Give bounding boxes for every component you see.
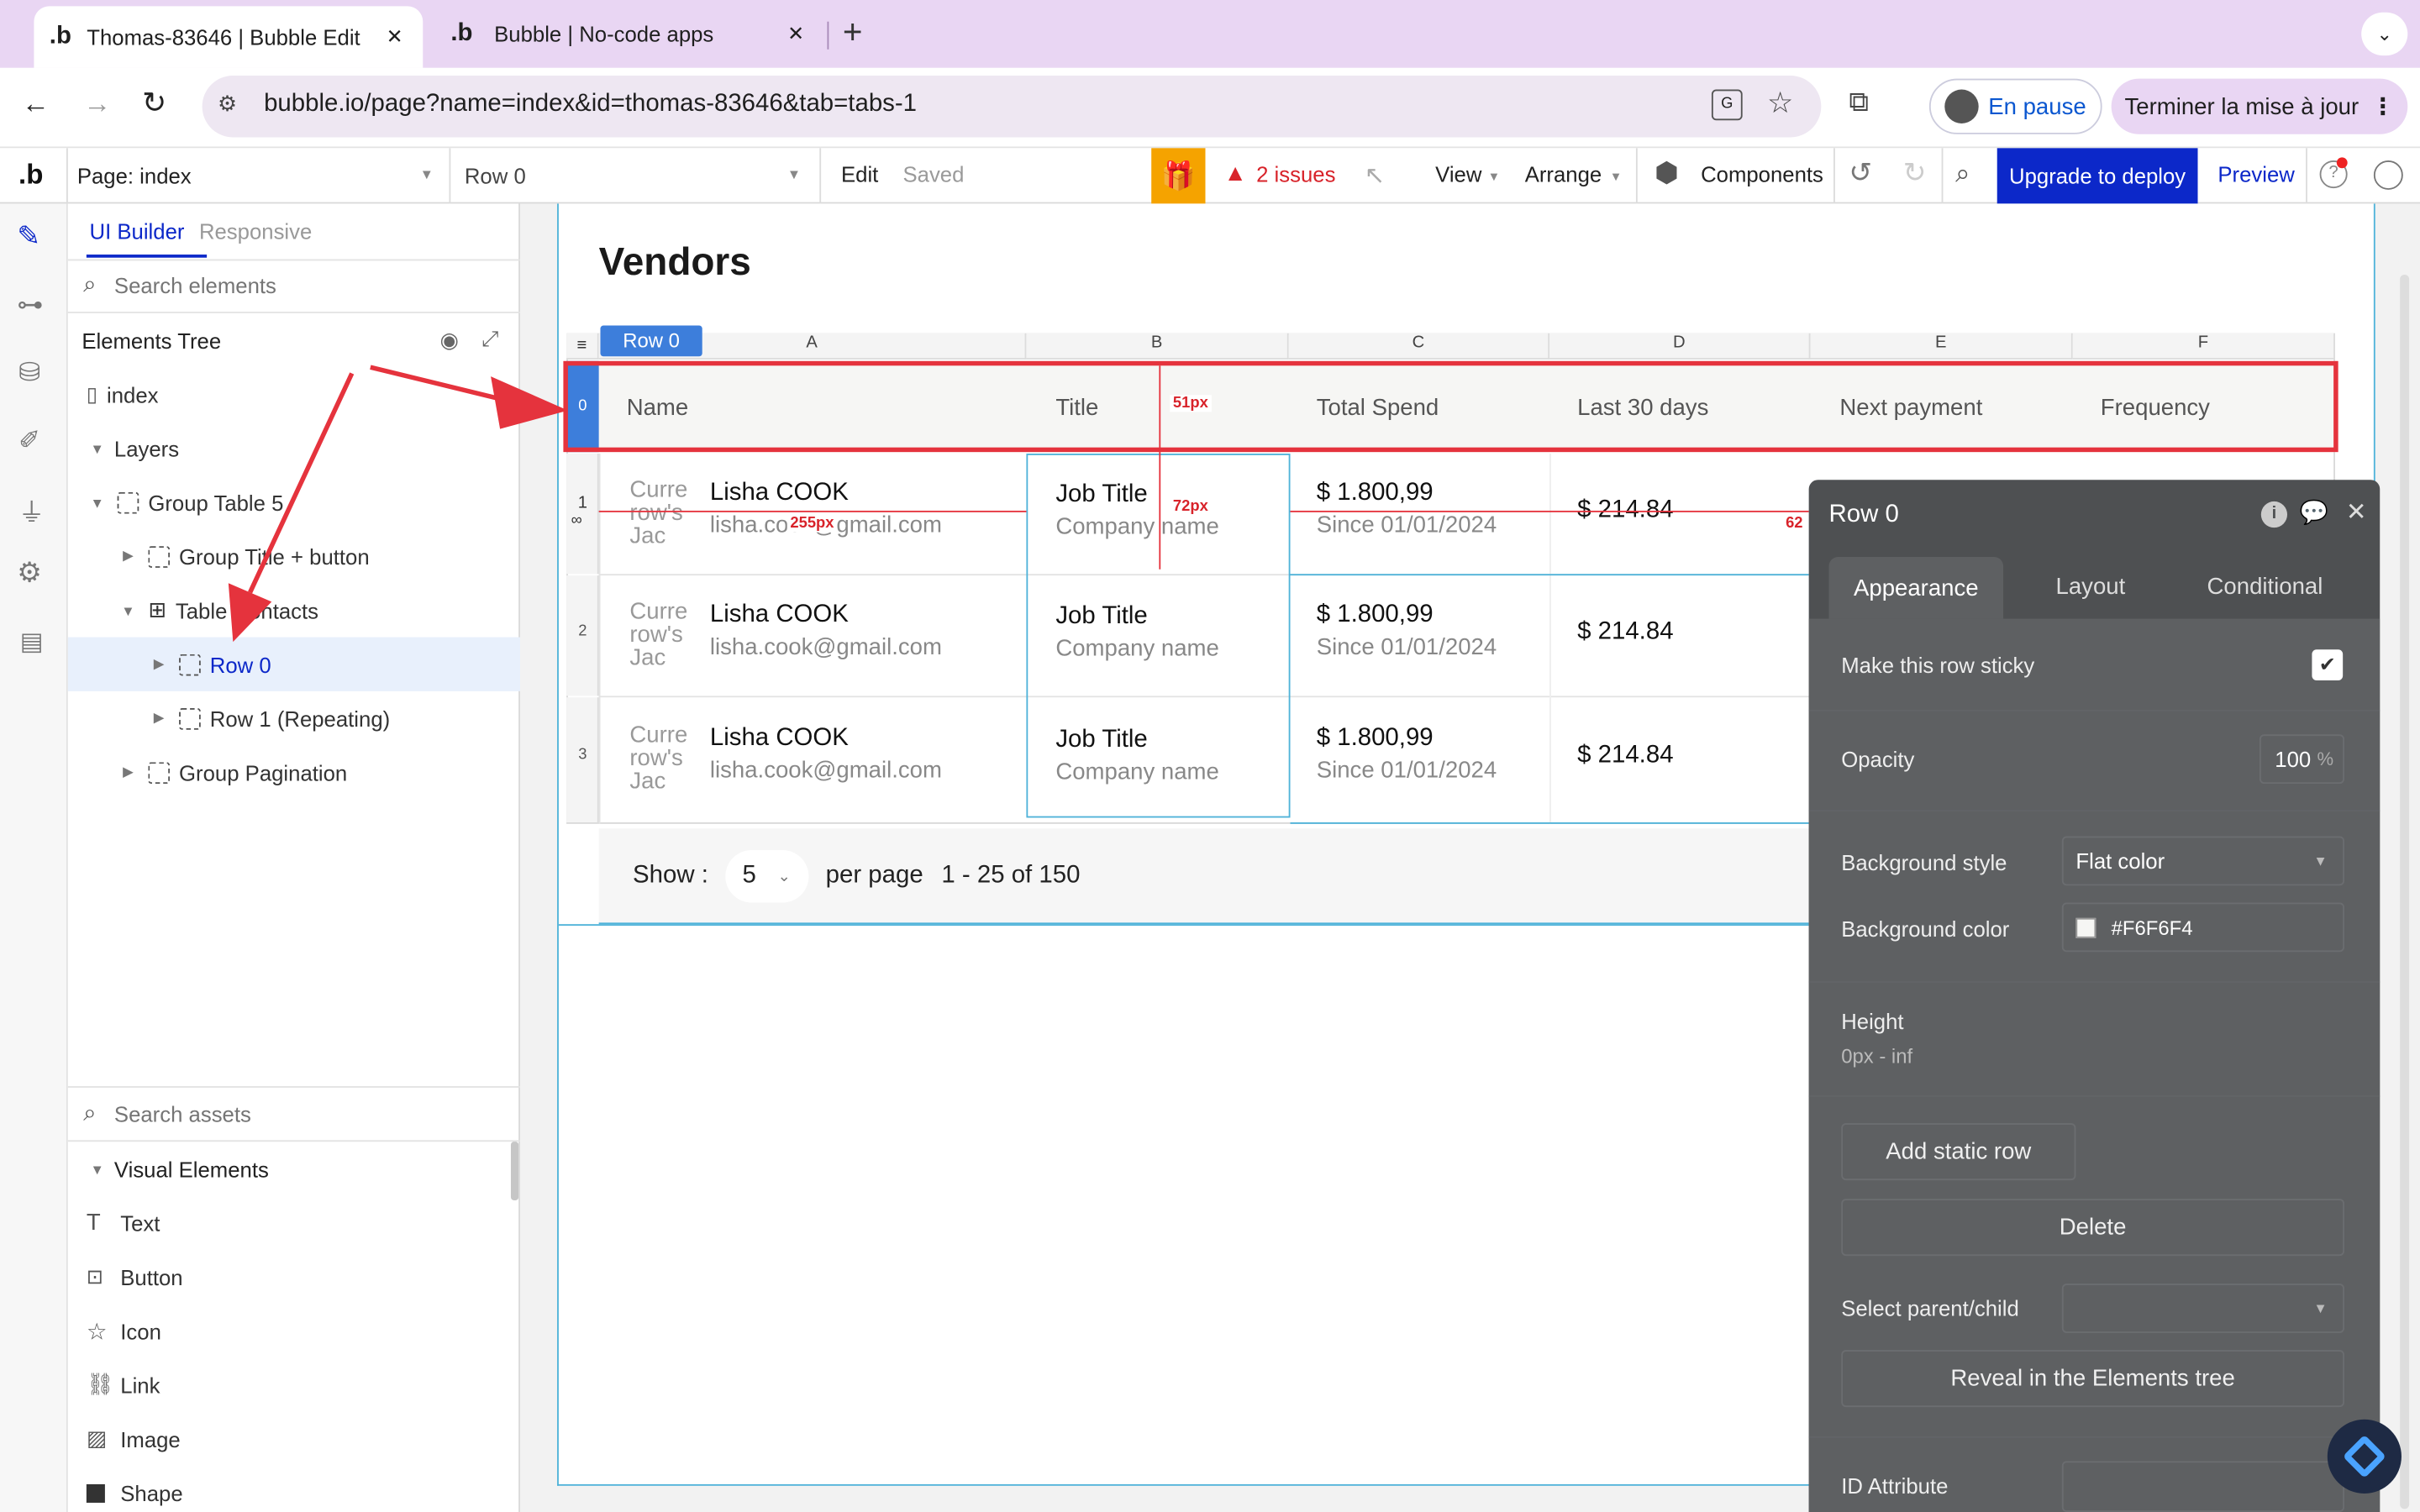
bg-color-input[interactable]: #F6F6F4 bbox=[2061, 902, 2344, 953]
divider bbox=[1808, 709, 2381, 711]
chat-widget-icon bbox=[2342, 1434, 2386, 1478]
delete-button[interactable]: Delete bbox=[1841, 1199, 2344, 1257]
tab-layout[interactable]: Layout bbox=[2056, 574, 2126, 600]
comment-icon[interactable]: 💬 bbox=[2300, 498, 2328, 526]
sticky-label: Make this row sticky bbox=[1841, 652, 2035, 678]
color-swatch[interactable] bbox=[2075, 916, 2096, 937]
annotation-arrowhead bbox=[491, 376, 568, 429]
height-value: 0px - inf bbox=[1841, 1044, 1913, 1068]
bg-style-value: Flat color bbox=[2075, 848, 2165, 874]
help-widget-button[interactable] bbox=[2327, 1419, 2402, 1494]
info-icon[interactable]: i bbox=[2260, 501, 2288, 528]
bg-style-label: Background style bbox=[1841, 850, 2007, 875]
sticky-checkbox[interactable]: ✔ bbox=[2312, 649, 2344, 680]
reveal-in-tree-button[interactable]: Reveal in the Elements tree bbox=[1841, 1350, 2344, 1408]
annotation-arrow-line bbox=[248, 372, 355, 594]
add-static-row-button[interactable]: Add static row bbox=[1841, 1123, 2076, 1181]
opacity-value: 100 bbox=[2275, 746, 2312, 772]
annotation-arrow-line bbox=[370, 365, 510, 404]
close-icon[interactable]: ✕ bbox=[2346, 496, 2367, 528]
bg-color-label: Background color bbox=[1841, 916, 2010, 942]
divider bbox=[1808, 1095, 2381, 1097]
tab-conditional[interactable]: Conditional bbox=[2207, 574, 2323, 600]
chevron-down-icon: ▼ bbox=[2313, 1300, 2328, 1316]
bg-style-select[interactable]: Flat color ▼ bbox=[2061, 836, 2344, 886]
select-parent-dropdown[interactable]: ▼ bbox=[2061, 1284, 2344, 1333]
divider bbox=[1808, 981, 2381, 983]
id-attribute-label: ID Attribute bbox=[1841, 1473, 1949, 1499]
divider bbox=[1808, 1436, 2381, 1438]
divider bbox=[1808, 810, 2381, 812]
bg-color-value: #F6F6F4 bbox=[2111, 916, 2193, 939]
tab-appearance[interactable]: Appearance bbox=[1828, 557, 2004, 619]
id-attribute-input[interactable] bbox=[2061, 1461, 2344, 1512]
height-label: Height bbox=[1841, 1009, 1904, 1034]
chevron-down-icon: ▼ bbox=[2313, 853, 2328, 869]
select-parent-label: Select parent/child bbox=[1841, 1295, 2019, 1321]
opacity-unit: % bbox=[2317, 748, 2334, 770]
opacity-label: Opacity bbox=[1841, 746, 1915, 772]
property-editor-title: Row 0 bbox=[1828, 501, 1899, 528]
property-editor[interactable]: Row 0 i 💬 ✕ Appearance Layout Conditiona… bbox=[1808, 480, 2381, 1512]
opacity-input[interactable]: 100 % bbox=[2259, 734, 2344, 785]
